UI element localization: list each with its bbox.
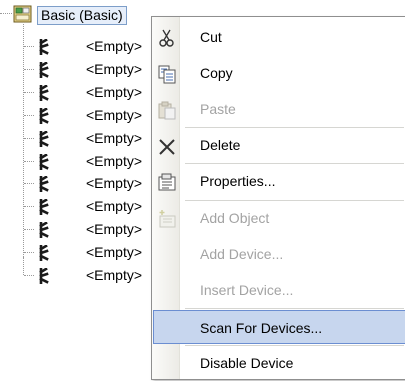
menu-item-scan-for-devices[interactable]: Scan For Devices... (153, 310, 405, 344)
tree-connector (24, 115, 34, 116)
menu-item-cut[interactable]: Cut (153, 19, 405, 55)
tree-node[interactable]: <Empty> (0, 104, 170, 127)
tree-node[interactable]: <Empty> (0, 195, 170, 218)
menu-item-delete[interactable]: Delete (153, 127, 405, 163)
device-slot-icon (39, 176, 49, 192)
tree-node-label: <Empty> (86, 244, 143, 260)
tree-node[interactable]: <Empty> (0, 150, 170, 173)
tree-node[interactable]: <Empty> (0, 127, 170, 150)
device-slot-icon (39, 39, 49, 55)
menu-item-label: Delete (200, 137, 241, 153)
menu-item-copy[interactable]: Copy (153, 55, 405, 91)
tree-node-label: <Empty> (86, 198, 143, 214)
tree-node[interactable]: <Empty> (0, 218, 170, 241)
tree-root-label[interactable]: Basic (Basic) (37, 6, 127, 25)
tree-connector (24, 275, 34, 276)
menu-item-paste[interactable]: Paste (153, 91, 405, 127)
tree-connector (24, 252, 34, 253)
menu-item-label: Properties... (200, 173, 276, 189)
tree-node-label: <Empty> (86, 153, 143, 169)
scissors-icon (159, 29, 174, 47)
menu-item-add-object[interactable]: Add Object (153, 200, 405, 236)
tree-node-label: <Empty> (86, 84, 143, 100)
tree-connector (24, 92, 34, 93)
tree-node[interactable]: <Empty> (0, 58, 170, 81)
tree-connector (24, 161, 34, 162)
device-slot-icon (39, 62, 49, 78)
device-slot-icon (39, 131, 49, 147)
device-slot-icon (39, 199, 49, 215)
tree-connector (0, 13, 12, 14)
tree-node[interactable]: <Empty> (0, 81, 170, 104)
menu-item-label: Add Object (200, 210, 270, 226)
tree-node[interactable]: <Empty> (0, 35, 170, 58)
tree-connector (24, 46, 34, 47)
tree-connector (24, 206, 34, 207)
tree-connector (24, 138, 34, 139)
tree-node[interactable]: <Empty> (0, 241, 170, 264)
menu-separator (185, 308, 404, 309)
menu-item-label: Copy (200, 65, 233, 81)
paste-icon (158, 101, 176, 120)
tree-connector (23, 257, 24, 275)
tree-connector (24, 183, 34, 184)
device-slot-icon (39, 268, 49, 284)
module-icon (13, 5, 32, 23)
menu-item-properties[interactable]: Properties... (153, 163, 405, 199)
device-slot-icon (39, 108, 49, 124)
tree-node-label: <Empty> (86, 221, 143, 237)
menu-item-label: Paste (200, 101, 236, 117)
device-slot-icon (39, 154, 49, 170)
tree-node-label: <Empty> (86, 61, 143, 77)
tree-connector (24, 69, 34, 70)
tree-node-label: <Empty> (86, 38, 143, 54)
tree-node[interactable]: <Empty> (0, 257, 170, 287)
context-menu: Cut Copy Paste Delete Properties... Add … (151, 16, 405, 380)
tree-node-label: <Empty> (86, 267, 143, 283)
tree-node-label: <Empty> (86, 175, 143, 191)
add-object-icon (159, 210, 176, 228)
menu-item-insert-device[interactable]: Insert Device... (153, 272, 405, 308)
device-slot-icon (39, 222, 49, 238)
delete-x-icon (159, 139, 175, 155)
menu-item-label: Add Device... (200, 246, 284, 262)
menu-item-add-device[interactable]: Add Device... (153, 236, 405, 272)
tree-node-label: <Empty> (86, 107, 143, 123)
copy-icon (158, 65, 176, 84)
tree-connector (24, 229, 34, 230)
menu-item-label: Insert Device... (200, 282, 294, 298)
properties-icon (158, 173, 176, 191)
device-slot-icon (39, 245, 49, 261)
menu-item-label: Cut (200, 29, 222, 45)
device-slot-icon (39, 85, 49, 101)
menu-item-label: Scan For Devices... (200, 320, 323, 336)
menu-item-label: Disable Device (200, 355, 294, 371)
tree-node[interactable]: <Empty> (0, 172, 170, 195)
tree-node-label: <Empty> (86, 130, 143, 146)
